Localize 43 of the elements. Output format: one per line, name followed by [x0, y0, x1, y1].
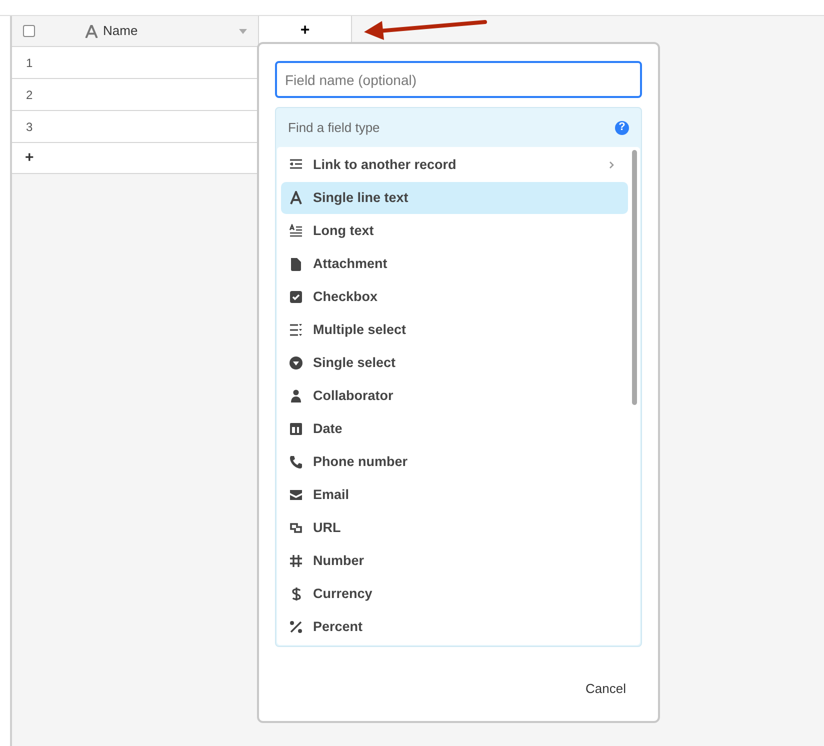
list-icon: [289, 158, 303, 172]
field-type-option[interactable]: Collaborator: [281, 380, 628, 412]
row-number: 1: [26, 54, 33, 72]
person-icon: [289, 389, 303, 403]
letter-a-icon: [85, 24, 98, 38]
field-type-option[interactable]: URL: [281, 512, 628, 544]
envelope-icon: [289, 488, 303, 502]
field-type-option[interactable]: Number: [281, 545, 628, 577]
document-icon: [289, 257, 303, 271]
dropdown-caret-icon[interactable]: [239, 28, 247, 34]
multi-select-icon: [289, 323, 303, 337]
field-type-option[interactable]: Long text: [281, 215, 628, 247]
phone-icon: [289, 455, 303, 469]
field-type-option[interactable]: Multiple select: [281, 314, 628, 346]
field-type-option[interactable]: Percent: [281, 611, 628, 643]
row-number: 3: [26, 118, 33, 136]
field-type-option[interactable]: Single select: [281, 347, 628, 379]
letter-a-icon: [289, 191, 303, 205]
cancel-button[interactable]: Cancel: [584, 677, 628, 700]
calendar-icon: [289, 422, 303, 436]
field-type-option[interactable]: Date: [281, 413, 628, 445]
field-type-search[interactable]: Find a field type: [288, 118, 615, 138]
select-all-checkbox[interactable]: [23, 25, 35, 37]
dropdown-circle-icon: [289, 356, 303, 370]
field-type-option[interactable]: Attachment: [281, 248, 628, 280]
column-header[interactable]: Name: [103, 21, 138, 41]
percent-icon: [289, 620, 303, 634]
field-type-option[interactable]: Phone number: [281, 446, 628, 478]
field-type-option[interactable]: Email: [281, 479, 628, 511]
text-lines-icon: [289, 224, 303, 238]
checkbox-icon: [289, 290, 303, 304]
row-number: 2: [26, 86, 33, 104]
field-name-input[interactable]: Field name (optional): [275, 61, 642, 98]
dollar-icon: [289, 587, 303, 601]
field-type-option[interactable]: Currency: [281, 578, 628, 610]
help-icon[interactable]: ?: [615, 120, 629, 134]
field-type-option[interactable]: Single line text: [281, 182, 628, 214]
scrollbar[interactable]: [632, 150, 637, 405]
add-row-button[interactable]: +: [12, 143, 259, 174]
field-type-option[interactable]: Checkbox: [281, 281, 628, 313]
link-icon: [289, 521, 303, 535]
hash-icon: [289, 554, 303, 568]
field-type-option[interactable]: Link to another record: [281, 149, 628, 181]
